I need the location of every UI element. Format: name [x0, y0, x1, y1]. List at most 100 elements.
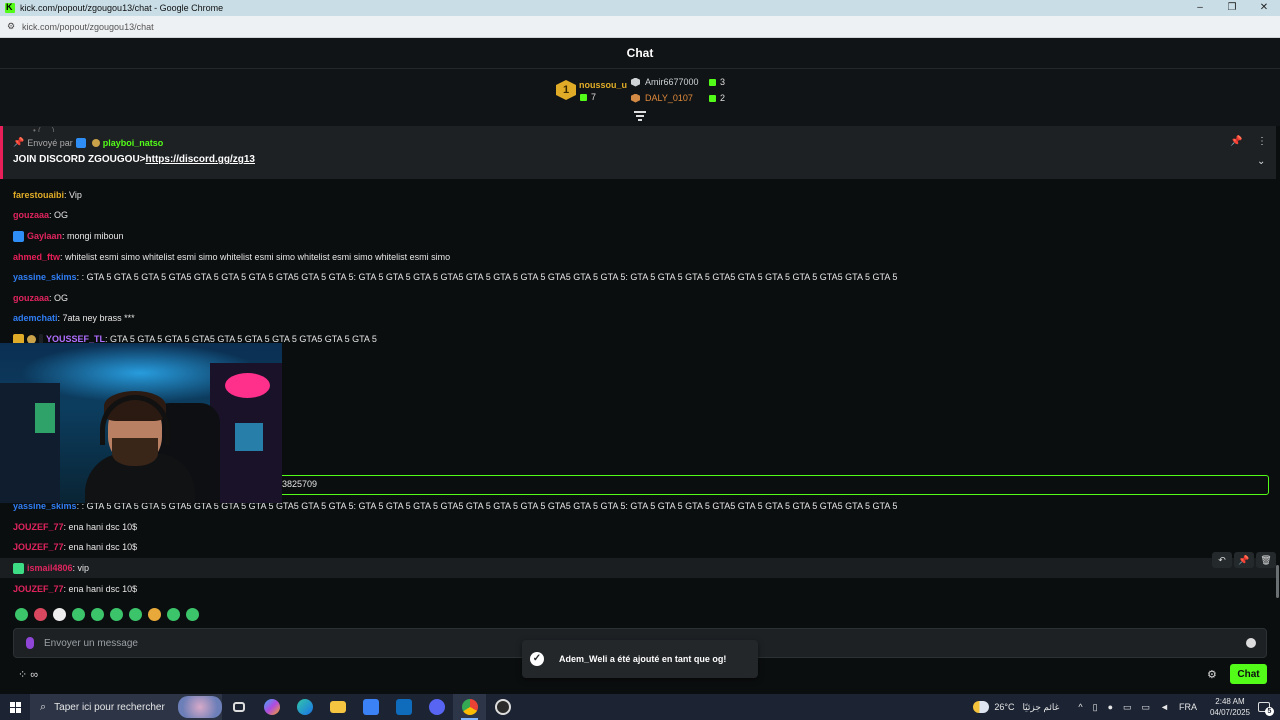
emote-icon[interactable] — [34, 608, 47, 621]
chat-message[interactable]: ademchati: 7ata ney brass *** — [13, 311, 135, 325]
og-badge-icon — [91, 138, 100, 147]
message-username[interactable]: farestouaibi — [13, 190, 64, 200]
message-username[interactable]: JOUZEF_77 — [13, 542, 64, 552]
temperature-text[interactable]: 26°C — [994, 702, 1014, 712]
microsoft-store-icon[interactable] — [354, 694, 387, 720]
chat-message[interactable]: JOUZEF_77: ena hani dsc 10$ — [13, 540, 137, 554]
emoji-icon[interactable] — [1246, 638, 1256, 648]
message-text: : ena hani dsc 10$ — [63, 584, 138, 594]
gear-icon[interactable]: ⚙ — [1207, 668, 1217, 681]
highlighted-message-text: 3825709 — [282, 479, 318, 489]
date-text: 04/07/2025 — [1209, 708, 1250, 717]
device-icon[interactable]: ▯ — [1093, 702, 1098, 713]
pin-message-icon[interactable]: 📌 — [1234, 552, 1254, 568]
chat-message[interactable]: yassine_skims: : GTA 5 GTA 5 GTA 5 GTA5 … — [13, 270, 897, 284]
edge-icon[interactable] — [288, 694, 321, 720]
copilot-icon[interactable] — [255, 694, 288, 720]
pinned-sender-name[interactable]: playboi_natso — [103, 138, 164, 148]
chat-message[interactable]: JOUZEF_77: ena hani dsc 10$ — [13, 582, 137, 596]
language-indicator[interactable]: FRA — [1179, 702, 1197, 712]
chat-message[interactable]: ismail4806: vip — [13, 561, 89, 575]
message-username[interactable]: JOUZEF_77 — [13, 522, 64, 532]
emote-icon[interactable] — [148, 608, 161, 621]
weather-icon[interactable] — [973, 701, 990, 713]
chat-footer-left[interactable]: ⁘ ∞ — [18, 668, 38, 681]
message-username[interactable]: ahmed_ftw — [13, 252, 60, 262]
toast-notification: ✓ Adem_Weli a été ajouté en tant que og! — [522, 640, 758, 678]
hovered-message-row[interactable] — [0, 558, 1276, 578]
chat-header: Chat — [0, 38, 1280, 69]
leaderboard-first-name[interactable]: noussou_u — [579, 80, 627, 90]
window-controls: – ❐ ✕ — [1184, 0, 1280, 16]
message-username[interactable]: Gaylaan — [27, 231, 62, 241]
arcade-machine-right — [210, 363, 282, 503]
close-button[interactable]: ✕ — [1248, 0, 1280, 16]
message-username[interactable]: yassine_skims — [13, 272, 77, 282]
discord-icon[interactable] — [420, 694, 453, 720]
chat-message[interactable]: JOUZEF_77: ena hani dsc 10$ — [13, 520, 137, 534]
emote-icon[interactable] — [129, 608, 142, 621]
message-text: : OG — [49, 210, 69, 220]
chrome-icon[interactable] — [453, 694, 486, 720]
minimize-button[interactable]: – — [1184, 0, 1216, 16]
toast-text: Adem_Weli a été ajouté en tant que og! — [559, 654, 727, 664]
search-highlight-art — [178, 696, 222, 718]
site-info-icon[interactable]: ⚙ — [5, 21, 17, 32]
leaderboard-first-count-value: 7 — [591, 92, 597, 102]
microphone-tray-icon[interactable]: ● — [1108, 702, 1113, 712]
message-username[interactable]: JOUZEF_77 — [13, 584, 64, 594]
gift-icon — [709, 79, 716, 87]
network-icon[interactable]: ▭ — [1142, 702, 1151, 713]
restore-button[interactable]: ❐ — [1216, 0, 1248, 16]
chevron-up-icon[interactable]: ^ — [1078, 702, 1082, 712]
message-username[interactable]: ademchati — [13, 313, 58, 323]
chevron-down-icon[interactable]: ⌄ — [1257, 156, 1265, 167]
chat-message[interactable]: ahmed_ftw: whitelist esmi simo whitelist… — [13, 250, 450, 264]
emote-icon[interactable] — [186, 608, 199, 621]
discord-link[interactable]: https://discord.gg/zg13 — [146, 154, 255, 165]
channel-points-icon[interactable]: ⁘ — [18, 669, 27, 681]
chat-message[interactable]: farestouaibi: Vip — [13, 188, 82, 202]
chat-message[interactable]: Gaylaan: mongi miboun — [13, 229, 124, 243]
microphone-icon[interactable] — [26, 637, 34, 649]
reply-icon[interactable]: ↶ — [1212, 552, 1232, 568]
message-username[interactable]: gouzaaa — [13, 293, 49, 303]
file-explorer-icon[interactable] — [321, 694, 354, 720]
url-text[interactable]: kick.com/popout/zgougou13/chat — [22, 22, 154, 32]
send-chat-button[interactable]: Chat — [1230, 664, 1267, 684]
start-button[interactable] — [0, 694, 30, 720]
chat-message[interactable]: gouzaaa: OG — [13, 208, 68, 222]
unpin-icon[interactable]: 📌 — [1230, 136, 1242, 147]
obs-icon[interactable] — [486, 694, 519, 720]
delete-icon[interactable]: 🗑 — [1256, 552, 1276, 568]
pinned-sender-row: 📌 Envoyé par playboi_natso — [13, 137, 163, 148]
message-text: : Vip — [64, 190, 82, 200]
pinned-text-body: JOIN DISCORD ZGOUGOU> — [13, 154, 146, 165]
taskbar-search[interactable]: ⌕ Taper ici pour rechercher — [30, 694, 222, 720]
chat-scrollbar[interactable] — [1276, 565, 1279, 598]
emote-icon[interactable] — [15, 608, 28, 621]
address-bar[interactable]: ⚙ kick.com/popout/zgougou13/chat — [0, 16, 1280, 38]
task-view-icon[interactable] — [222, 694, 255, 720]
chat-message[interactable]: gouzaaa: OG — [13, 291, 68, 305]
emote-icon[interactable] — [72, 608, 85, 621]
weather-text[interactable]: غائم جزئيًا — [1022, 702, 1059, 713]
message-username[interactable]: ismail4806 — [27, 563, 73, 573]
volume-icon[interactable]: ◄ — [1160, 702, 1169, 712]
message-username[interactable]: gouzaaa — [13, 210, 49, 220]
leaderboard-third-count: 2 — [709, 93, 725, 103]
notification-center-icon[interactable]: 5 — [1258, 702, 1274, 716]
emote-icon[interactable] — [167, 608, 180, 621]
leaderboard-second[interactable]: Amir6677000 3 — [631, 77, 725, 87]
more-options-icon[interactable]: ⋮ — [1257, 136, 1267, 147]
leaderboard-third[interactable]: DALY_0107 2 — [631, 93, 725, 103]
emote-icon[interactable] — [53, 608, 66, 621]
collapse-leaderboard-icon[interactable] — [633, 111, 647, 123]
clock[interactable]: 2:48 AM 04/07/2025 — [1210, 696, 1250, 718]
emote-icon[interactable] — [91, 608, 104, 621]
outlook-icon[interactable] — [387, 694, 420, 720]
window-title: kick.com/popout/zgougou13/chat - Google … — [20, 3, 224, 13]
meet-icon[interactable]: ▭ — [1123, 702, 1132, 713]
emote-icon[interactable] — [110, 608, 123, 621]
message-text: : : GTA 5 GTA 5 GTA 5 GTA5 GTA 5 GTA 5 G… — [76, 272, 898, 282]
